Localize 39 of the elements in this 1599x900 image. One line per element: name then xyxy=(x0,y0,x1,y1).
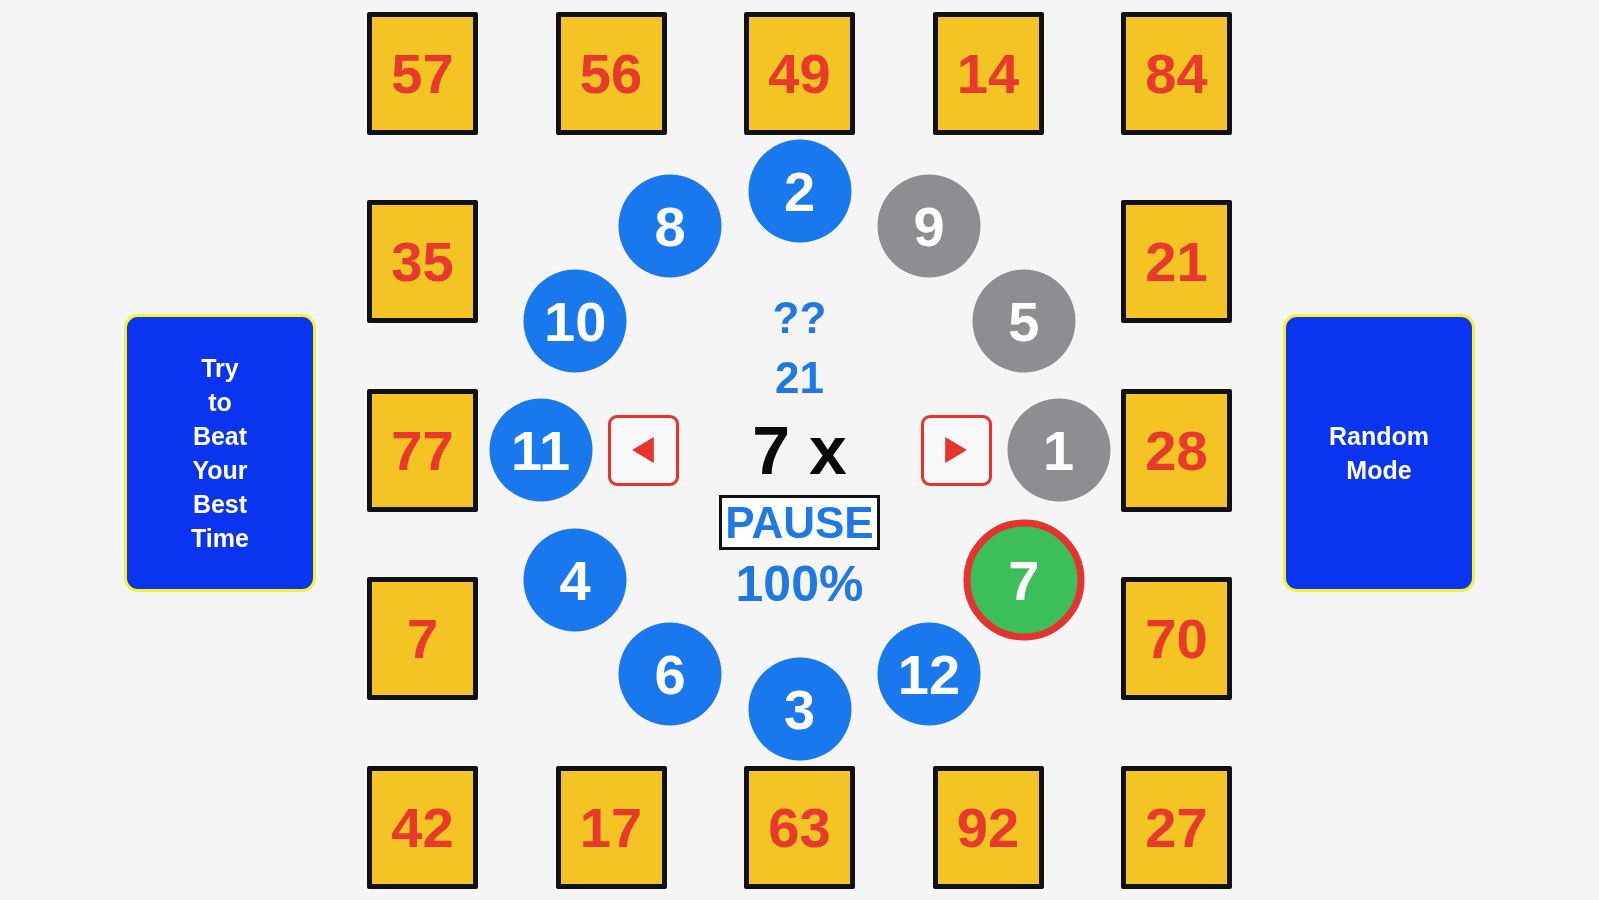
next-button[interactable] xyxy=(920,414,992,486)
answer-tile[interactable]: 57 xyxy=(367,11,478,135)
answer-tile[interactable]: 92 xyxy=(932,765,1044,889)
number-ball[interactable]: 10 xyxy=(523,269,627,372)
answer-tile[interactable]: 28 xyxy=(1121,388,1232,512)
answer-tile[interactable]: 63 xyxy=(744,765,855,889)
answer-text: 21 xyxy=(775,352,824,404)
answer-tile[interactable]: 56 xyxy=(555,11,667,135)
number-ball[interactable]: 5 xyxy=(972,269,1076,372)
score-percent-text: 100% xyxy=(735,556,864,612)
number-ball[interactable]: 1 xyxy=(1007,398,1110,502)
number-ball[interactable]: 8 xyxy=(618,174,722,278)
answer-tile[interactable]: 84 xyxy=(1121,11,1232,135)
number-ball[interactable]: 2 xyxy=(748,139,851,243)
answer-tile[interactable]: 49 xyxy=(744,11,855,135)
equation-text: 7 x xyxy=(752,414,847,486)
answer-tile[interactable]: 35 xyxy=(367,200,478,323)
number-ball[interactable]: 12 xyxy=(877,622,981,726)
pause-button[interactable]: PAUSE xyxy=(719,495,880,550)
number-ball[interactable]: 11 xyxy=(489,398,592,502)
number-ball[interactable]: 6 xyxy=(618,622,722,726)
previous-button[interactable] xyxy=(607,414,679,486)
number-ball[interactable]: 9 xyxy=(877,174,981,278)
number-ball[interactable]: 7 xyxy=(963,519,1085,640)
left-triangle-icon xyxy=(632,437,654,463)
best-time-mode-button[interactable]: Try to Beat Your Best Time xyxy=(124,314,316,592)
answer-tile[interactable]: 7 xyxy=(367,577,478,700)
random-mode-button[interactable]: Random Mode xyxy=(1283,314,1475,592)
answer-tile[interactable]: 21 xyxy=(1121,200,1232,323)
answer-tile[interactable]: 17 xyxy=(555,765,667,889)
answer-tile[interactable]: 27 xyxy=(1121,765,1232,889)
right-triangle-icon xyxy=(945,437,967,463)
answer-tile[interactable]: 14 xyxy=(932,11,1044,135)
number-ball[interactable]: 4 xyxy=(523,528,627,631)
number-ball[interactable]: 3 xyxy=(748,657,851,761)
answer-tile[interactable]: 70 xyxy=(1121,577,1232,700)
hidden-answer-text: ?? xyxy=(772,292,827,344)
answer-tile[interactable]: 77 xyxy=(367,388,478,512)
answer-tile[interactable]: 42 xyxy=(367,765,478,889)
